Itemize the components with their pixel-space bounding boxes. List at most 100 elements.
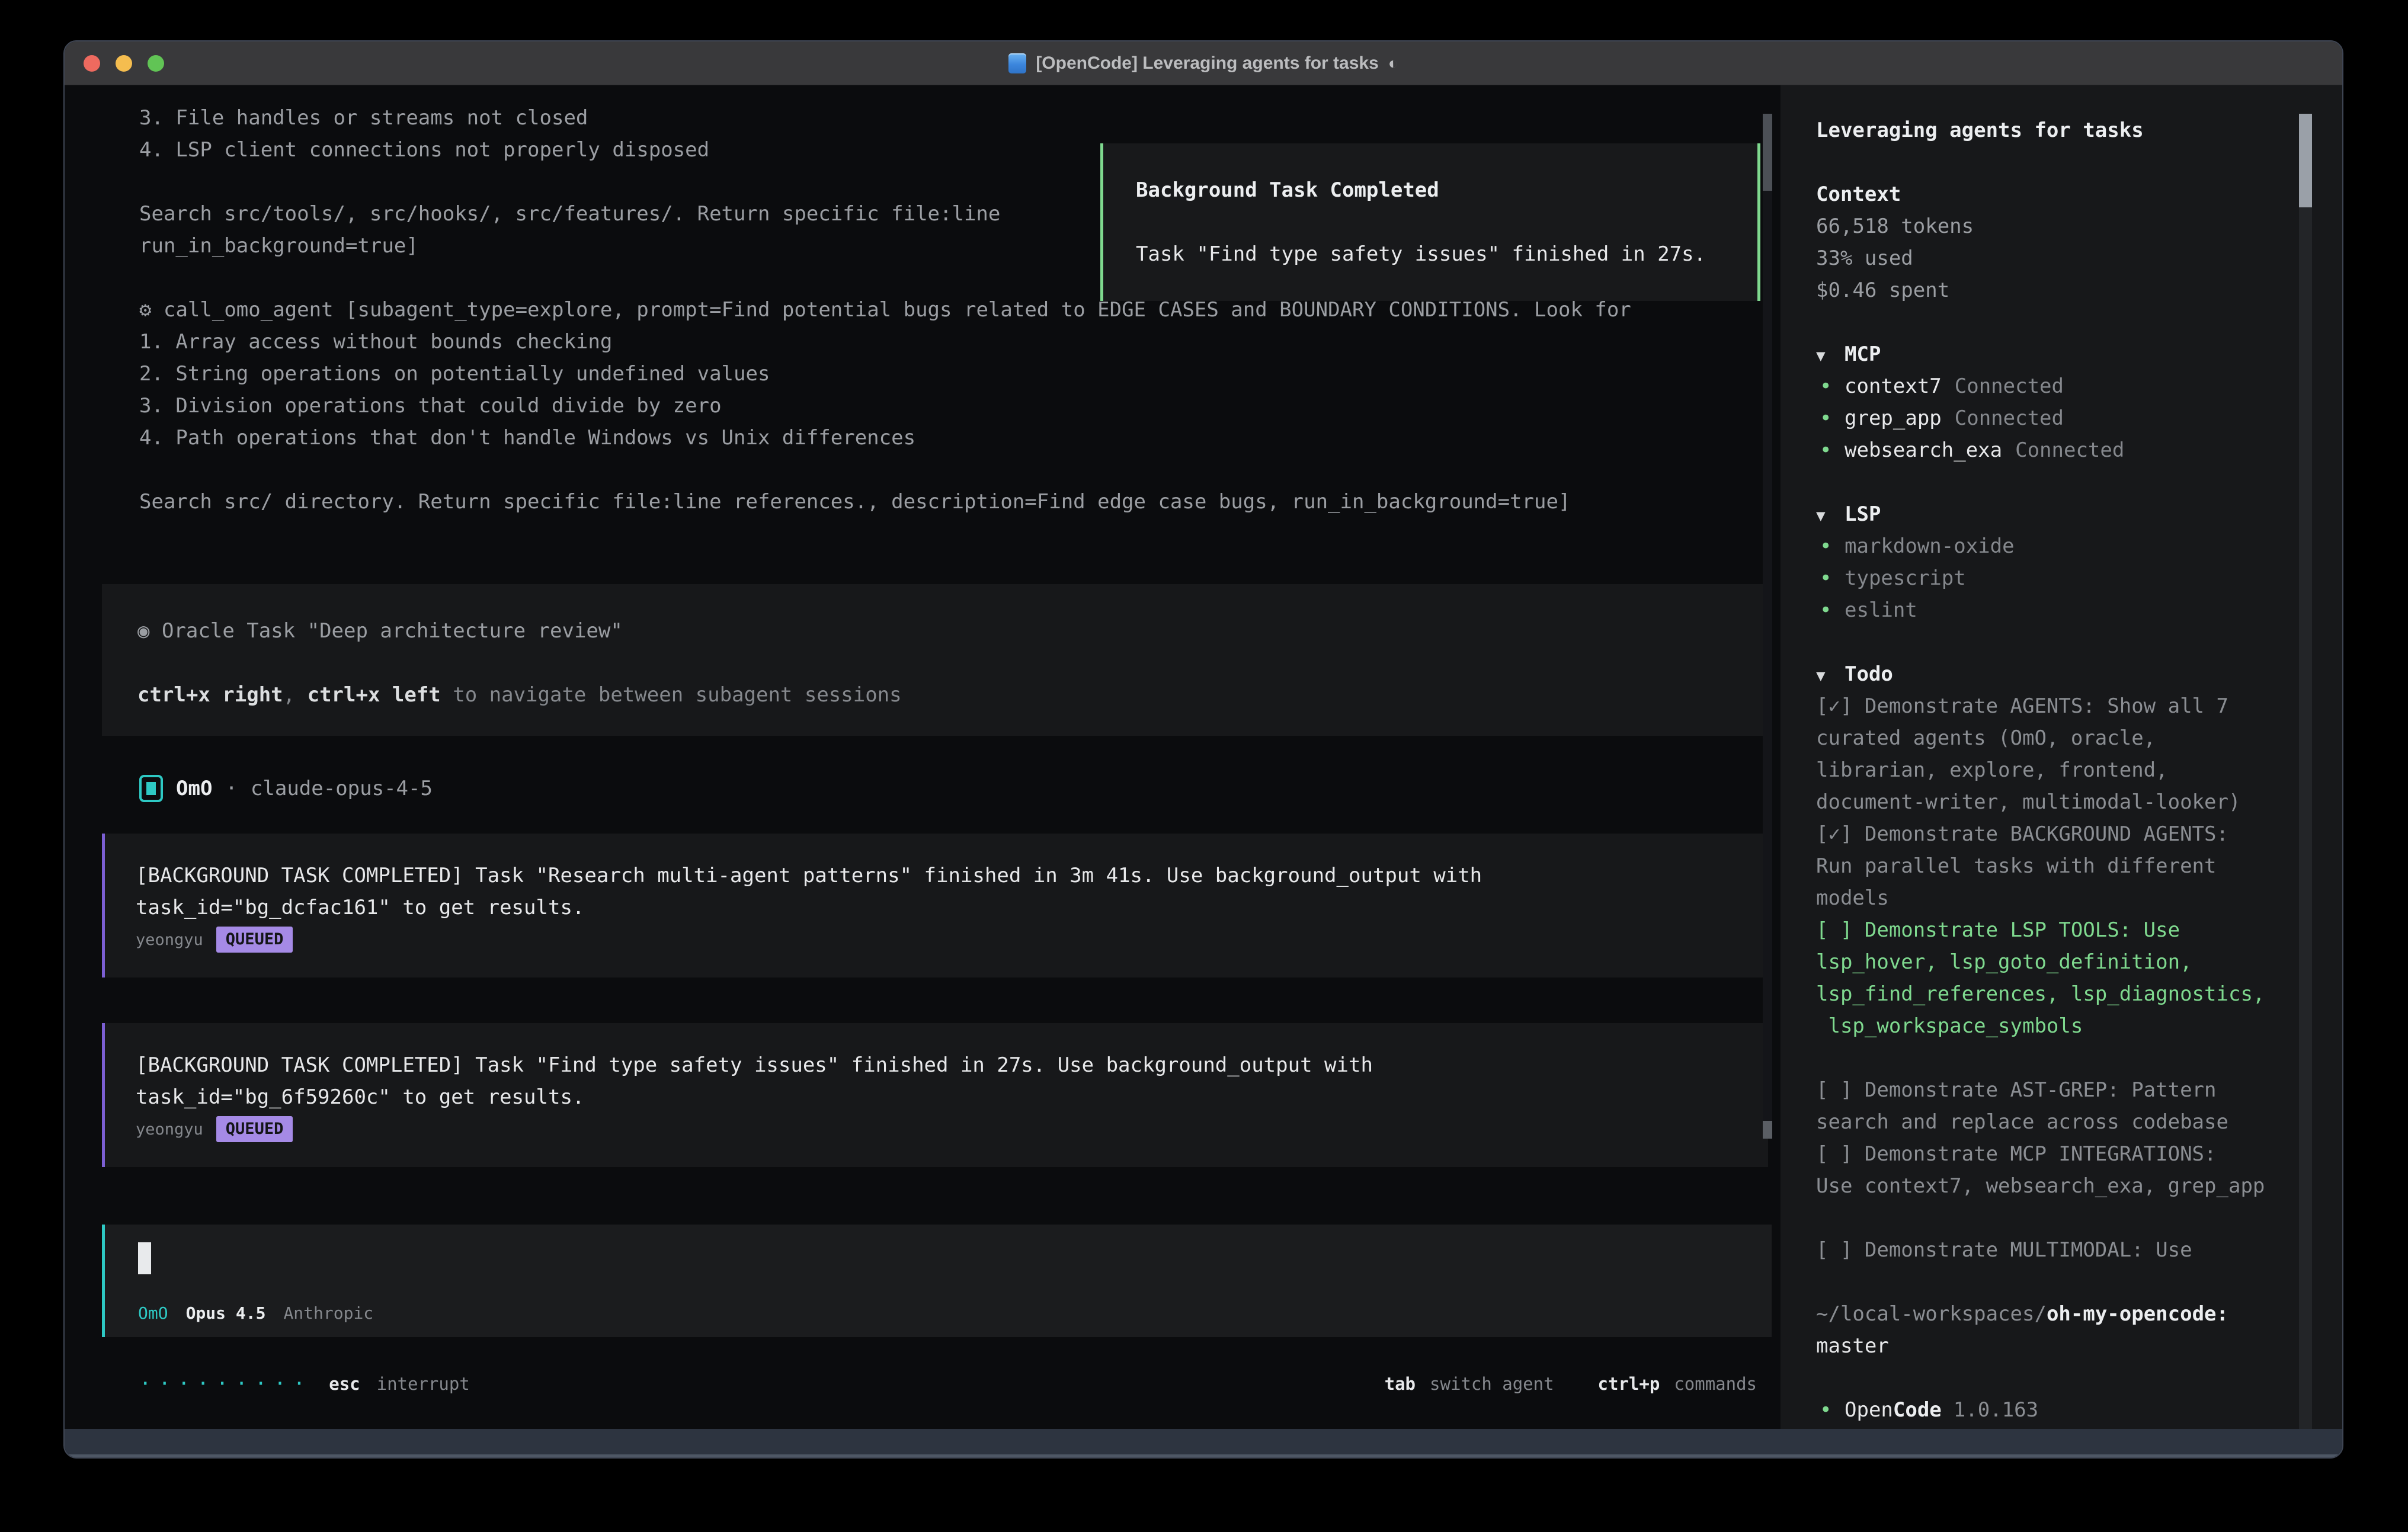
window-content: 3. File handles or streams not closed 4.…: [65, 85, 2342, 1429]
blank-line: [137, 647, 1733, 679]
blank-line: [1816, 146, 2301, 178]
omo-agent-icon: [139, 775, 163, 802]
oracle-task-box: ◉ Oracle Task "Deep architecture review"…: [102, 584, 1768, 736]
mcp-name: context7: [1845, 374, 1942, 398]
mcp-item: •grep_app Connected: [1816, 402, 2301, 434]
scroll-line: 4. LSP client connections not properly d…: [139, 134, 1000, 166]
chat-scrollbar-track[interactable]: [1763, 114, 1772, 1139]
blank-line: [139, 166, 1000, 198]
scrollback-text: 3. File handles or streams not closed 4.…: [139, 102, 1000, 262]
mcp-item: •websearch_exaConnected: [1816, 434, 2301, 466]
notification-title: Background Task Completed: [1136, 174, 1725, 206]
message-line: task_id="bg_dcfac161" to get results.: [136, 892, 1735, 924]
chat-area: 3. File handles or streams not closed 4.…: [65, 85, 1781, 1429]
minimize-button[interactable]: [116, 55, 132, 72]
todo-line: Use context7, websearch_exa, grep_app: [1816, 1170, 2301, 1202]
todo-line: [✓] Demonstrate AGENTS: Show all 7: [1816, 690, 2301, 722]
oracle-status-icon: ◉: [137, 619, 149, 643]
window-titlebar[interactable]: [OpenCode] Leveraging agents for tasks ◐: [65, 41, 2342, 85]
sidebar-scrollbar-thumb[interactable]: [2299, 114, 2312, 207]
mcp-status: Connected: [1955, 374, 2064, 398]
lsp-name: eslint: [1845, 598, 1917, 622]
todo-line: lsp_find_references, lsp_diagnostics,: [1816, 978, 2301, 1010]
bullet-icon: •: [1816, 530, 1845, 562]
app-name: Open: [1845, 1398, 1893, 1422]
background-task-message: [BACKGROUND TASK COMPLETED] Task "Find t…: [102, 1023, 1768, 1167]
blank-line: [1136, 206, 1725, 238]
context-tokens: 66,518 tokens: [1816, 210, 2301, 242]
lsp-item: •markdown-oxide: [1816, 530, 2301, 562]
window-bottom-bar: [65, 1429, 2342, 1457]
text-cursor: [138, 1242, 151, 1274]
todo-line: lsp_workspace_symbols: [1816, 1010, 2301, 1042]
status-left: ········· esc interrupt: [139, 1372, 470, 1396]
mcp-name: websearch_exa: [1845, 438, 2002, 462]
bullet-icon: •: [1816, 370, 1845, 402]
bullet-icon: •: [1816, 562, 1845, 594]
blank-line: [1816, 466, 2301, 498]
message-line: [BACKGROUND TASK COMPLETED] Task "Find t…: [136, 1049, 1735, 1081]
message-line: task_id="bg_6f59260c" to get results.: [136, 1081, 1735, 1113]
context-spent: $0.46 spent: [1816, 274, 2301, 306]
tool-call-line: 2. String operations on potentially unde…: [139, 358, 1631, 390]
version-line: •OpenCode1.0.163: [1816, 1394, 2301, 1426]
active-model-label[interactable]: Opus 4.5: [186, 1303, 266, 1323]
message-line: [BACKGROUND TASK COMPLETED] Task "Resear…: [136, 860, 1735, 892]
message-meta-row: yeongyu QUEUED: [136, 924, 1735, 956]
session-sidebar: Leveraging agents for tasks Context 66,5…: [1781, 85, 2342, 1429]
spinner-icon: ·········: [139, 1372, 312, 1396]
prompt-input[interactable]: OmO Opus 4.5 Anthropic: [102, 1225, 1772, 1337]
lsp-item: •typescript: [1816, 562, 2301, 594]
mcp-item: •context7 Connected: [1816, 370, 2301, 402]
todo-line: models: [1816, 882, 2301, 914]
close-button[interactable]: [84, 55, 100, 72]
workspace-repo: oh-my-opencode:: [2047, 1302, 2228, 1326]
ctrlp-key-label: commands: [1674, 1374, 1757, 1394]
mcp-name: grep_app: [1845, 406, 1942, 430]
hint-text: to navigate between subagent sessions: [441, 683, 902, 707]
bullet-icon: •: [1816, 402, 1845, 434]
window-title-group: [OpenCode] Leveraging agents for tasks ◐: [1008, 53, 1398, 73]
tool-call-line: Search src/ directory. Return specific f…: [139, 486, 1631, 518]
oracle-nav-hint: ctrl+x right, ctrl+x left to navigate be…: [137, 679, 1733, 711]
todo-line: [ ] Demonstrate AST-GREP: Pattern: [1816, 1074, 2301, 1106]
status-badge: QUEUED: [216, 927, 293, 953]
lsp-item: •eslint: [1816, 594, 2301, 626]
blank-line: [1816, 306, 2301, 338]
tool-call-text: call_omo_agent [subagent_type=explore, p…: [164, 298, 1631, 322]
oracle-task-title-line: ◉ Oracle Task "Deep architecture review": [137, 615, 1733, 647]
notification-body: Task "Find type safety issues" finished …: [1136, 238, 1725, 270]
agent-name: OmO: [176, 777, 212, 800]
terminal-window: [OpenCode] Leveraging agents for tasks ◐…: [63, 40, 2343, 1459]
lsp-section-header[interactable]: ▼LSP: [1816, 498, 2301, 530]
zoom-button[interactable]: [148, 55, 164, 72]
chat-scrollbar-thumb[interactable]: [1763, 114, 1772, 191]
tab-key-label: switch agent: [1430, 1374, 1554, 1394]
ctrlp-key-hint: ctrl+p: [1598, 1374, 1660, 1394]
session-progress-icon: ◐: [1388, 54, 1398, 73]
shortcut-key: ctrl+x left: [308, 683, 441, 707]
shortcut-key: ctrl+x right: [137, 683, 283, 707]
todo-line: search and replace across codebase: [1816, 1106, 2301, 1138]
document-icon: [1008, 53, 1026, 73]
todo-section-header[interactable]: ▼Todo: [1816, 658, 2301, 690]
active-agent-label[interactable]: OmO: [138, 1303, 168, 1323]
todo-line: librarian, explore, frontend,: [1816, 754, 2301, 786]
todo-line: Run parallel tasks with different: [1816, 850, 2301, 882]
mcp-section-header[interactable]: ▼MCP: [1816, 338, 2301, 370]
toast-notification[interactable]: Background Task Completed Task "Find typ…: [1100, 143, 1760, 301]
window-title: [OpenCode] Leveraging agents for tasks: [1036, 53, 1378, 73]
bullet-icon: •: [1816, 434, 1845, 466]
sidebar-scrollbar-track[interactable]: [2299, 114, 2312, 1429]
bullet-icon: •: [1816, 1394, 1845, 1426]
chat-scrollbar-thumb[interactable]: [1763, 1121, 1772, 1139]
tool-call-block: ⚙ call_omo_agent [subagent_type=explore,…: [139, 294, 1631, 518]
todo-line: [✓] Demonstrate BACKGROUND AGENTS:: [1816, 818, 2301, 850]
scroll-line: run_in_background=true]: [139, 230, 1000, 262]
blank-line: [1816, 1362, 2301, 1394]
mcp-status: Connected: [1955, 406, 2064, 430]
message-author: yeongyu: [136, 1120, 203, 1139]
blank-line: [1816, 1266, 2301, 1298]
tool-call-line: 3. Division operations that could divide…: [139, 390, 1631, 422]
workspace-path: ~/local-workspaces/oh-my-opencode:: [1816, 1298, 2301, 1330]
